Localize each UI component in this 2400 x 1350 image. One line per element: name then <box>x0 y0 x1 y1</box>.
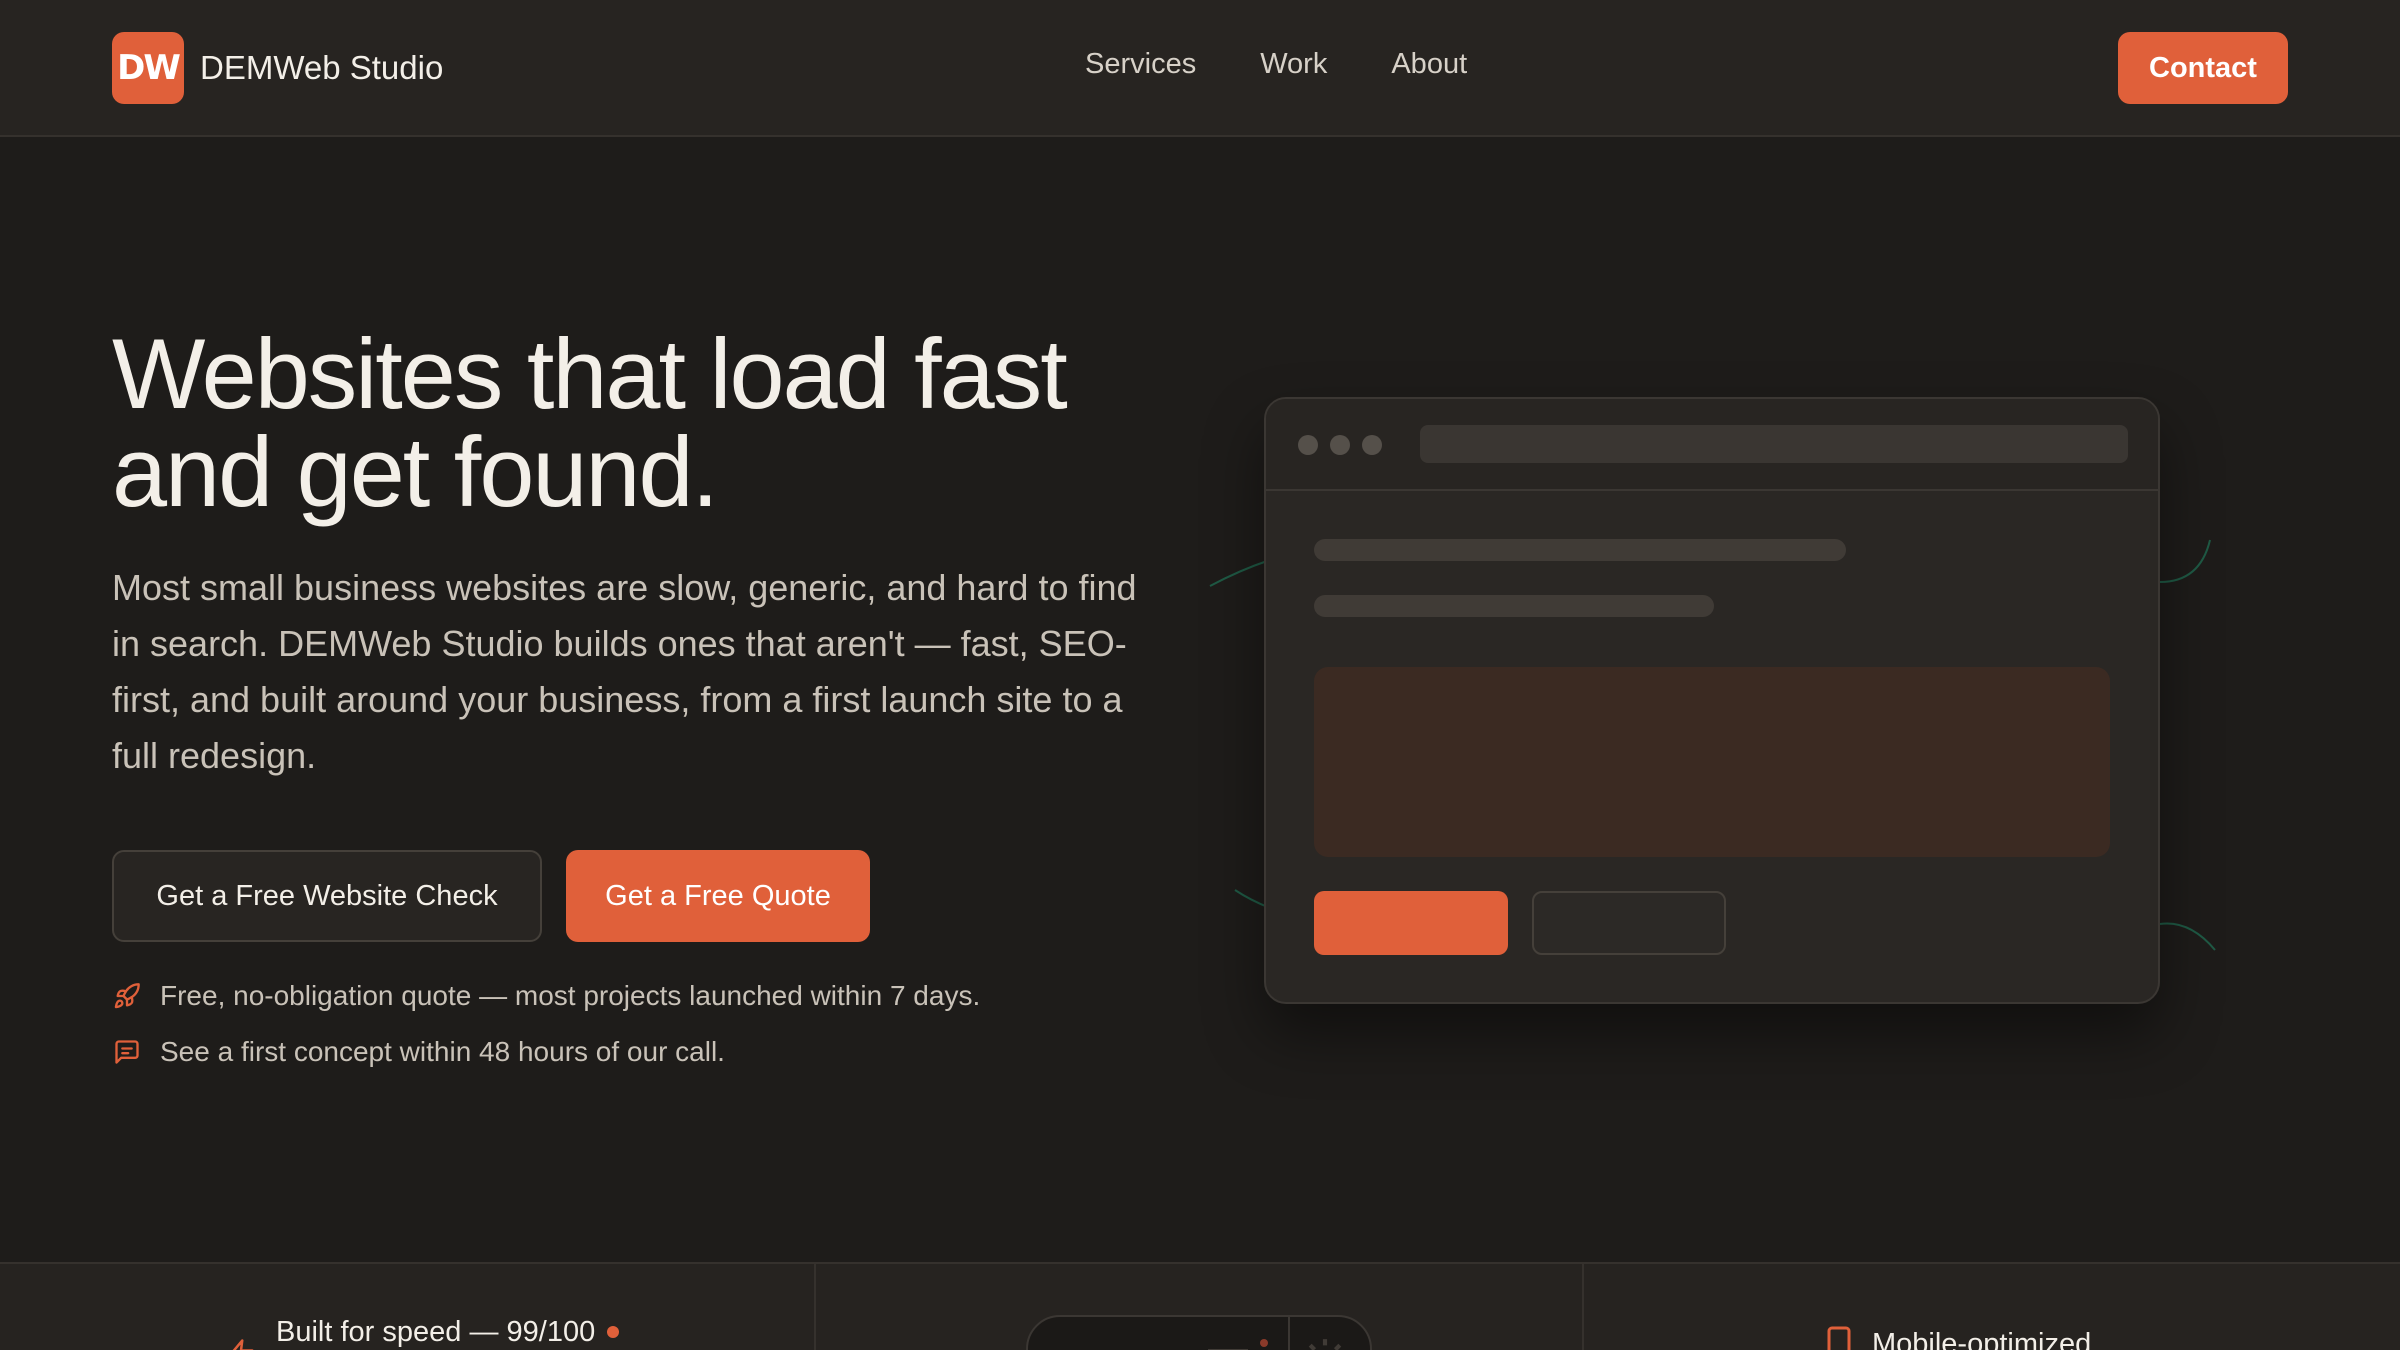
perk-text: Free, no-obligation quote — most project… <box>160 980 981 1011</box>
accessibility-widget[interactable]: A <box>1026 1315 1372 1350</box>
mock-url-bar <box>1420 425 2128 463</box>
hero-title-line-1: Websites that load fast <box>112 318 1068 429</box>
phone-icon <box>1827 1326 1851 1350</box>
window-dot-icon <box>1330 435 1350 455</box>
gear-icon[interactable] <box>1300 1335 1350 1350</box>
mock-heading-line <box>1314 539 1846 561</box>
hero-title: Websites that load fast and get found. <box>112 324 1252 521</box>
perk-item: See a first concept within 48 hours of o… <box>112 1036 725 1068</box>
window-dot-icon <box>1362 435 1382 455</box>
free-quote-button[interactable]: Get a Free Quote <box>566 850 870 942</box>
nav-services[interactable]: Services <box>1085 48 1196 81</box>
page: DW DEMWeb Studio Services Work About Con… <box>0 0 2400 1350</box>
perk-item: Free, no-obligation quote — most project… <box>112 980 980 1012</box>
mock-hero-block <box>1314 667 2110 857</box>
widget-tools-icon: A <box>1060 1339 1268 1350</box>
mock-secondary-button <box>1532 891 1726 955</box>
brand-name[interactable]: DEMWeb Studio <box>200 49 443 87</box>
hero-subtitle: Most small business websites are slow, g… <box>112 567 1137 776</box>
browser-mockup <box>1264 397 2160 1004</box>
feature-mobile: Mobile-optimized <box>1826 1326 2091 1350</box>
nav-work[interactable]: Work <box>1260 48 1327 81</box>
message-icon <box>112 1037 142 1067</box>
rocket-icon <box>112 981 142 1011</box>
main-nav: Services Work About <box>1085 48 1467 81</box>
divider <box>1582 1264 1584 1350</box>
hero-title-line-2: and get found. <box>112 416 719 527</box>
site-header: DW DEMWeb Studio Services Work About Con… <box>0 0 2400 137</box>
svg-text:A: A <box>1060 1345 1088 1350</box>
contact-button[interactable]: Contact <box>2118 32 2288 104</box>
feature-mobile-label: Mobile-optimized <box>1872 1327 2092 1350</box>
mock-primary-button <box>1314 891 1508 955</box>
logo-icon[interactable]: DW <box>112 32 184 104</box>
nav-about[interactable]: About <box>1391 48 1467 81</box>
divider <box>814 1264 816 1350</box>
widget-separator <box>1288 1317 1290 1350</box>
status-dot-icon <box>607 1326 620 1338</box>
free-website-check-button[interactable]: Get a Free Website Check <box>112 850 542 942</box>
brand[interactable]: DW DEMWeb Studio <box>112 32 443 104</box>
mock-text-line <box>1314 595 1714 617</box>
browser-toolbar <box>1266 399 2158 491</box>
perk-text: See a first concept within 48 hours of o… <box>160 1036 725 1067</box>
window-dot-icon <box>1298 435 1318 455</box>
lightning-icon <box>232 1339 254 1350</box>
feature-speed: Built for speed — 99/100 <box>226 1315 620 1350</box>
feature-speed-label: Built for speed — 99/100 <box>276 1315 596 1348</box>
